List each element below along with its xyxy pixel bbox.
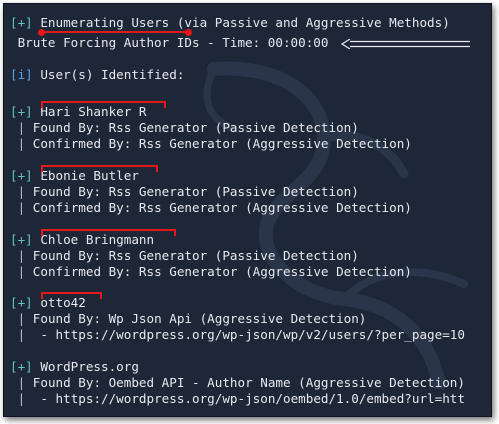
user-tag: [+] <box>10 168 33 183</box>
user-name: WordPress.org <box>40 359 139 374</box>
annotation-bracket <box>41 292 102 299</box>
tree-bar: | <box>17 264 26 279</box>
section-title: Enumerating Users (via Passive and Aggre… <box>40 15 450 30</box>
confirmed-by-text: Confirmed By: Rss Generator (Aggressive … <box>32 136 412 151</box>
annotation-end-dot <box>185 29 192 36</box>
user-detail-line: | Found By: Wp Json Api (Aggressive Dete… <box>10 311 367 327</box>
terminal-output: [+] Enumerating Users (via Passive and A… <box>4 4 491 416</box>
user-name-line: [+] WordPress.org <box>10 359 139 375</box>
annotation-underline <box>41 31 189 33</box>
tree-bar: | <box>17 327 26 342</box>
tree-bar: | <box>17 391 26 406</box>
user-detail-line: | Found By: Rss Generator (Passive Detec… <box>10 248 359 264</box>
user-detail-line: | Confirmed By: Rss Generator (Aggressiv… <box>10 264 412 280</box>
confirmed-by-text: Confirmed By: Rss Generator (Aggressive … <box>32 264 412 279</box>
progress-line: Brute Forcing Author IDs - Time: 00:00:0… <box>10 35 471 51</box>
tree-bar: | <box>17 248 26 263</box>
user-tag: [+] <box>10 295 33 310</box>
user-detail-line: | Confirmed By: Rss Generator (Aggressiv… <box>10 136 412 152</box>
terminal-window: [+] Enumerating Users (via Passive and A… <box>3 3 492 417</box>
tree-bar: | <box>17 200 26 215</box>
info-tag: [i] <box>10 67 33 82</box>
tree-bar: | <box>17 184 26 199</box>
user-detail-line: | Found By: Rss Generator (Passive Detec… <box>10 120 359 136</box>
user-tag: [+] <box>10 104 33 119</box>
found-by-text: Found By: Rss Generator (Passive Detecti… <box>32 184 359 199</box>
annotation-bracket <box>41 229 176 236</box>
tree-bar: | <box>17 120 26 135</box>
annotation-bracket <box>41 101 166 108</box>
user-detail-line: | Found By: Oembed API - Author Name (Ag… <box>10 375 465 391</box>
found-by-text: Found By: Wp Json Api (Aggressive Detect… <box>32 311 367 326</box>
user-detail-line: | Found By: Rss Generator (Passive Detec… <box>10 184 359 200</box>
header-line: [+] Enumerating Users (via Passive and A… <box>10 15 450 31</box>
identified-line: [i] User(s) Identified: <box>10 67 184 83</box>
progress-text: Brute Forcing Author IDs - Time: 00:00:0… <box>10 35 337 50</box>
found-by-text: Found By: Rss Generator (Passive Detecti… <box>32 120 359 135</box>
confirmed-by-text: Confirmed By: Rss Generator (Aggressive … <box>32 200 412 215</box>
tree-bar: | <box>17 136 26 151</box>
user-detail-line: | - https://wordpress.org/wp-json/wp/v2/… <box>10 327 465 343</box>
tree-bar: | <box>17 375 26 390</box>
api-url-text: - https://wordpress.org/wp-json/wp/v2/us… <box>32 327 465 342</box>
user-tag: [+] <box>10 359 33 374</box>
progress-arrow-icon <box>340 38 471 49</box>
oembed-url-text: - https://wordpress.org/wp-json/oembed/1… <box>32 391 465 406</box>
status-tag: [+] <box>10 15 33 30</box>
identified-text: User(s) Identified: <box>40 67 185 82</box>
user-detail-line: | Confirmed By: Rss Generator (Aggressiv… <box>10 200 412 216</box>
user-tag: [+] <box>10 232 33 247</box>
user-detail-line: | - https://wordpress.org/wp-json/oembed… <box>10 391 465 407</box>
found-by-text: Found By: Rss Generator (Passive Detecti… <box>32 248 359 263</box>
tree-bar: | <box>17 311 26 326</box>
annotation-bracket <box>41 165 158 172</box>
found-by-text: Found By: Oembed API - Author Name (Aggr… <box>32 375 465 390</box>
